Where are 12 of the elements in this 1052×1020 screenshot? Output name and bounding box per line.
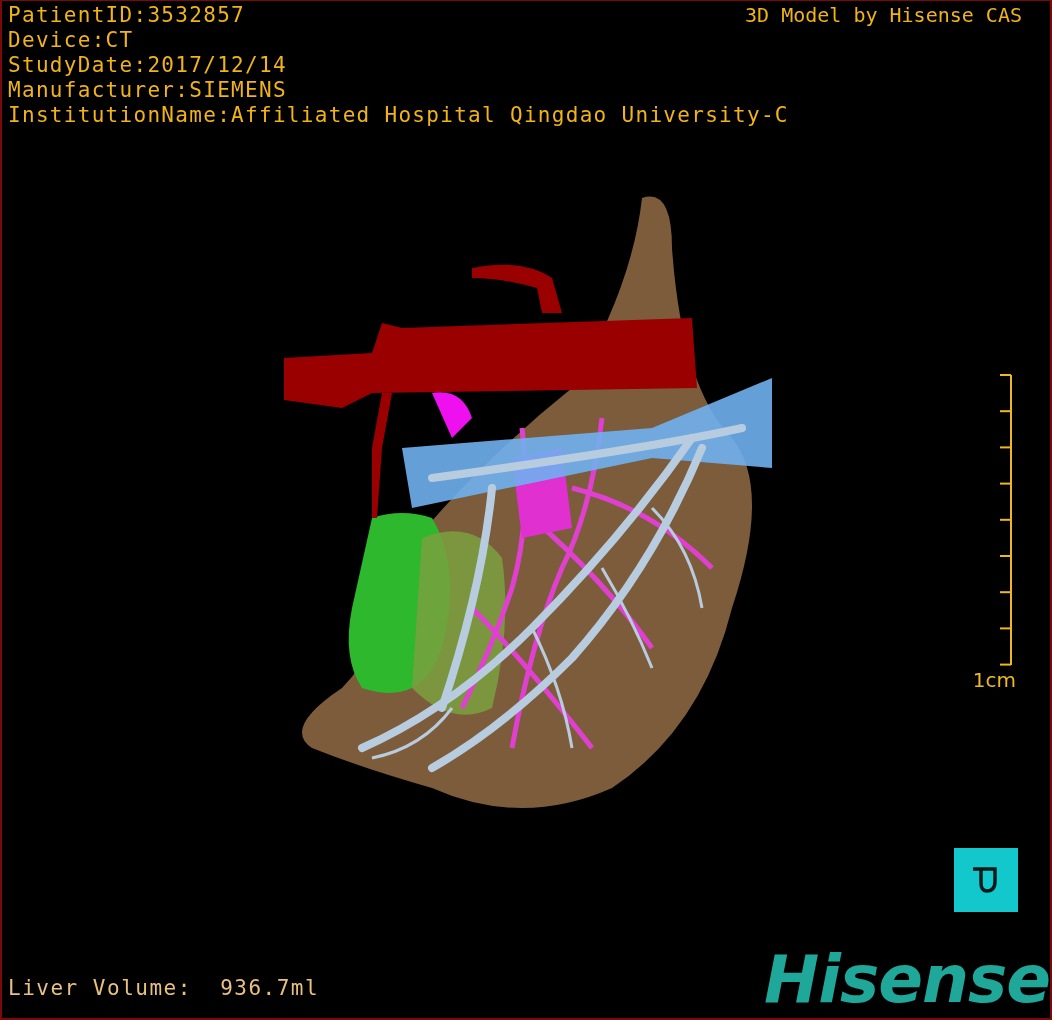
dicom-info-text: InstitutionName:Affiliated Hospital Qingdao University-C [8,103,789,128]
scale-bar-icon [1000,374,1013,666]
dicom-info-text: PatientID:3532857 [8,3,246,28]
model-credit-text: 3D Model by Hisense CAS [745,3,1022,28]
scale-label: 1cm [972,668,1016,692]
p-glyph-icon [973,867,999,893]
brand-logo: Hisense [764,948,1050,1012]
dicom-info-text: Device:CT [8,28,134,53]
pin-button[interactable] [954,848,1018,912]
dicom-info-text: Manufacturer:SIEMENS [8,78,287,103]
liver-volume-text: Liver Volume: 936.7ml [8,976,320,1002]
dicom-info-text: StudyDate:2017/12/14 [8,53,287,78]
